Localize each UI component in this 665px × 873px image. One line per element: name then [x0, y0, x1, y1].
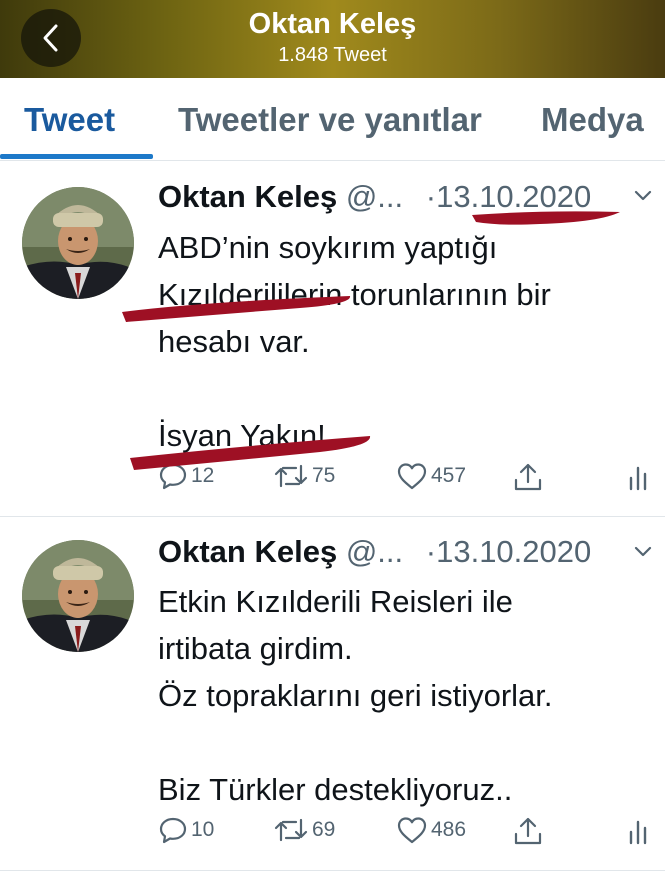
- reply-count: 10: [191, 818, 215, 841]
- tweet[interactable]: Oktan Keleş @... ·13.10.2020 ABD’nin soy…: [0, 160, 665, 517]
- tweet-actions: 12 75 457: [0, 462, 665, 502]
- profile-header: Oktan Keleş 1.848 Tweet: [0, 0, 665, 78]
- analytics-button[interactable]: [628, 816, 650, 846]
- tweet-header: Oktan Keleş @... ·13.10.2020: [158, 178, 591, 216]
- like-count: 457: [431, 464, 467, 487]
- tweet-text: ABD’nin soykırım yaptığı Kızılderilileri…: [158, 224, 628, 459]
- avatar[interactable]: [22, 540, 134, 652]
- share-icon: [514, 817, 542, 845]
- author-handle[interactable]: @...: [346, 179, 403, 214]
- retweet-count: 75: [312, 464, 336, 487]
- analytics-icon: [629, 820, 647, 845]
- tweet-line: hesabı var.: [158, 324, 310, 359]
- reply-button[interactable]: 10: [158, 816, 214, 844]
- tweet-date[interactable]: 13.10.2020: [436, 179, 591, 214]
- analytics-button[interactable]: [628, 462, 650, 492]
- heart-icon: [397, 463, 427, 490]
- profile-tabs: Tweet Tweetler ve yanıtlar Medya: [0, 78, 665, 161]
- tweet-line: irtibata girdim.: [158, 631, 353, 666]
- author-name[interactable]: Oktan Keleş: [158, 534, 337, 569]
- tab-tweets-and-replies[interactable]: Tweetler ve yanıtlar: [178, 100, 482, 140]
- tweet-date[interactable]: 13.10.2020: [436, 534, 591, 569]
- tweet-line: ABD’nin soykırım yaptığı: [158, 230, 498, 265]
- analytics-icon: [629, 466, 647, 491]
- like-count: 486: [431, 818, 467, 841]
- reply-button[interactable]: 12: [158, 462, 214, 490]
- retweet-button[interactable]: 69: [273, 816, 335, 844]
- author-name[interactable]: Oktan Keleş: [158, 179, 337, 214]
- reply-count: 12: [191, 464, 215, 487]
- chevron-down-icon[interactable]: [634, 190, 652, 202]
- profile-name: Oktan Keleş: [248, 8, 417, 40]
- avatar-photo: [22, 540, 134, 652]
- like-button[interactable]: 486: [396, 816, 466, 844]
- retweet-button[interactable]: 75: [273, 462, 335, 490]
- share-icon: [514, 463, 542, 491]
- date-separator: ·: [425, 534, 437, 569]
- avatar-photo: [22, 187, 134, 299]
- tweet-line: Biz Türkler destekliyoruz..: [158, 772, 513, 807]
- tweet-text: Etkin Kızılderili Reisleri ile irtibata …: [158, 578, 628, 813]
- author-handle[interactable]: @...: [346, 534, 403, 569]
- avatar[interactable]: [22, 187, 134, 299]
- date-separator: ·: [425, 179, 437, 214]
- retweet-icon: [274, 818, 308, 842]
- tweet-line: [158, 365, 628, 412]
- tab-tweets[interactable]: Tweet: [24, 100, 115, 140]
- tweet-actions: 10 69 486: [0, 816, 665, 856]
- tweet-line: Öz topraklarını geri istiyorlar.: [158, 678, 553, 713]
- reply-icon: [159, 463, 187, 490]
- tweet-count: 1.848 Tweet: [278, 44, 387, 66]
- retweet-icon: [274, 464, 308, 488]
- heart-icon: [397, 817, 427, 844]
- tweet[interactable]: Oktan Keleş @... ·13.10.2020 Etkin Kızıl…: [0, 516, 665, 871]
- share-button[interactable]: [512, 816, 544, 846]
- like-button[interactable]: 457: [396, 462, 466, 490]
- retweet-count: 69: [312, 818, 336, 841]
- reply-icon: [159, 817, 187, 844]
- chevron-down-icon[interactable]: [634, 546, 652, 558]
- tweet-line: [158, 719, 628, 766]
- share-button[interactable]: [512, 462, 544, 492]
- tweet-line: Etkin Kızılderili Reisleri ile: [158, 584, 513, 619]
- tweet-line: Kızılderililerin torunlarının bir: [158, 277, 551, 312]
- tab-media[interactable]: Medya: [541, 100, 644, 140]
- active-tab-indicator: [0, 154, 153, 159]
- tweet-header: Oktan Keleş @... ·13.10.2020: [158, 533, 591, 571]
- tweet-line: İsyan Yakın!: [158, 418, 326, 453]
